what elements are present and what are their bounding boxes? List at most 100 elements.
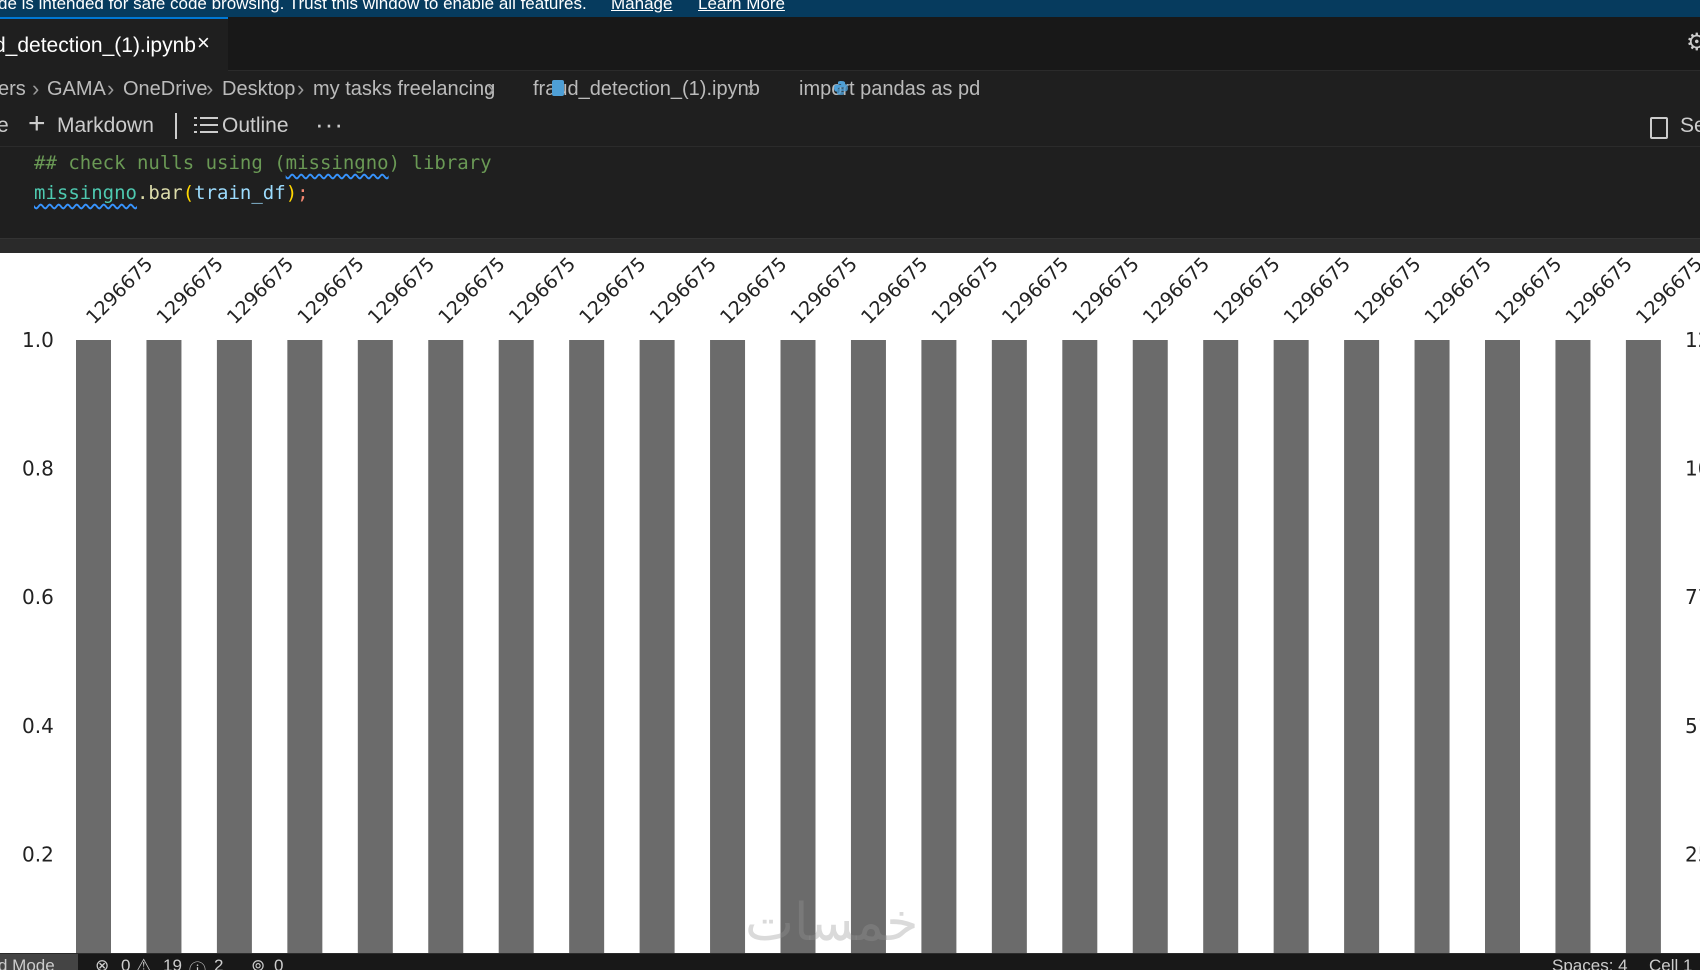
- bar: [850, 340, 886, 953]
- bar-count-label: 1296675: [1280, 253, 1355, 328]
- bar: [569, 340, 605, 953]
- bar: [1344, 340, 1380, 953]
- bar: [1203, 340, 1239, 953]
- bar-count-label: 1296675: [1491, 253, 1566, 328]
- bar: [1625, 340, 1661, 953]
- more-actions-icon[interactable]: ···: [315, 109, 344, 140]
- bar: [1414, 340, 1450, 953]
- bar: [1555, 340, 1591, 953]
- plus-icon[interactable]: +: [28, 109, 46, 139]
- breadcrumb-item-onedrive[interactable]: OneDrive: [123, 78, 207, 101]
- bar: [1485, 340, 1520, 953]
- missingno-bar-chart: 1.0120.8100.6770.4510.225129667512966751…: [0, 253, 1700, 953]
- bar: [780, 340, 816, 953]
- y-tick-label: 0.8: [22, 457, 54, 481]
- bar-count-label: 1296675: [1561, 253, 1636, 328]
- info-icon: ⓘ: [189, 956, 206, 970]
- breadcrumb-item-cell[interactable]: import pandas as pd: [799, 78, 980, 101]
- tab-label: d_detection_(1).ipynb: [0, 34, 196, 57]
- add-markdown-button[interactable]: Markdown: [57, 114, 154, 138]
- bar: [498, 340, 534, 953]
- bar-count-label: 1296675: [716, 253, 791, 328]
- bar-count-label: 1296675: [434, 253, 509, 328]
- error-count[interactable]: 0: [121, 956, 130, 970]
- manage-link[interactable]: Manage: [611, 0, 672, 14]
- outline-list-icon: [194, 117, 218, 135]
- right-tick-label: 10: [1685, 457, 1700, 481]
- watermark-logo: خمسات: [745, 893, 919, 953]
- editor-tab-bar: d_detection_(1).ipynb ×: [0, 17, 1700, 71]
- bar-count-label: 1296675: [1421, 253, 1496, 328]
- outline-button[interactable]: Outline: [222, 114, 289, 138]
- bar-count-label: 1296675: [1139, 253, 1214, 328]
- code-cell[interactable]: ## check nulls using (missingno) library…: [0, 147, 1700, 239]
- error-icon: ⊗: [95, 956, 110, 970]
- kernel-icon[interactable]: [1650, 117, 1668, 139]
- toolbar-divider: [175, 113, 177, 139]
- bar-chart-svg: 1.0120.8100.6770.4510.225129667512966751…: [22, 253, 1700, 953]
- bar-count-label: 1296675: [1350, 253, 1425, 328]
- chevron-right-icon: ›: [487, 76, 495, 101]
- bar: [991, 340, 1027, 953]
- cell-indicator[interactable]: Cell 1: [1649, 956, 1692, 970]
- bar-count-label: 1296675: [1632, 253, 1700, 328]
- info-count[interactable]: 2: [214, 956, 223, 970]
- python-icon: [834, 81, 848, 95]
- bar-count-label: 1296675: [223, 253, 298, 328]
- breadcrumb-item-users[interactable]: ers: [0, 78, 26, 101]
- ports-icon: ⊚: [251, 956, 266, 970]
- bar-count-label: 1296675: [646, 253, 721, 328]
- cell-output-separator: [0, 239, 1700, 253]
- chevron-right-icon: ›: [32, 76, 40, 101]
- code-line-2: missingno.bar(train_df);: [34, 182, 309, 204]
- right-tick-label: 12: [1685, 328, 1700, 352]
- learn-more-link[interactable]: Learn More: [698, 0, 785, 14]
- y-tick-label: 0.6: [22, 585, 54, 609]
- bar: [428, 340, 464, 953]
- toolbar-code-button[interactable]: e: [0, 114, 9, 138]
- gear-icon[interactable]: ⚙: [1686, 31, 1700, 55]
- breadcrumb-item-folder[interactable]: my tasks freelancing: [313, 78, 495, 101]
- spaces-indicator[interactable]: Spaces: 4: [1552, 956, 1628, 970]
- warning-count[interactable]: 19: [163, 956, 182, 970]
- bar: [1062, 340, 1098, 953]
- breadcrumb-item-notebook[interactable]: fraud_detection_(1).ipynb: [533, 78, 760, 101]
- bar-count-label: 1296675: [1068, 253, 1143, 328]
- chevron-right-icon: ›: [206, 76, 214, 101]
- bar: [216, 340, 252, 953]
- bar-count-label: 1296675: [82, 253, 157, 328]
- bar: [710, 340, 746, 953]
- y-tick-label: 0.2: [22, 842, 54, 866]
- warning-icon: ⚠: [136, 956, 152, 970]
- bar-count-label: 1296675: [505, 253, 580, 328]
- notebook-icon: [552, 80, 564, 96]
- notebook-toolbar: e + Markdown Outline ··· Se: [0, 107, 1700, 147]
- close-icon[interactable]: ×: [197, 32, 210, 54]
- bar: [639, 340, 675, 953]
- bar: [146, 340, 182, 953]
- select-kernel-button[interactable]: Se: [1680, 114, 1700, 138]
- breadcrumb-item-desktop[interactable]: Desktop: [222, 78, 295, 101]
- bar-count-label: 1296675: [857, 253, 932, 328]
- y-tick-label: 0.4: [22, 714, 54, 738]
- bar-count-label: 1296675: [1209, 253, 1284, 328]
- banner-text: de is intended for safe code browsing. T…: [0, 0, 587, 13]
- bar: [76, 340, 111, 953]
- y-tick-label: 1.0: [22, 328, 54, 352]
- bar-count-label: 1296675: [364, 253, 439, 328]
- right-tick-label: 77: [1685, 585, 1700, 609]
- bar: [921, 340, 957, 953]
- bar-count-label: 1296675: [927, 253, 1002, 328]
- breadcrumb: ers › GAMA › OneDrive › Desktop › my tas…: [0, 71, 1700, 107]
- code-line-1: ## check nulls using (missingno) library: [34, 152, 492, 174]
- ports-count[interactable]: 0: [274, 956, 283, 970]
- mode-indicator[interactable]: d Mode: [0, 956, 55, 970]
- bar: [287, 340, 323, 953]
- breadcrumb-item-gama[interactable]: GAMA: [47, 78, 106, 101]
- bar-count-label: 1296675: [998, 253, 1073, 328]
- bar: [1273, 340, 1309, 953]
- bar-count-label: 1296675: [786, 253, 861, 328]
- tab-notebook[interactable]: d_detection_(1).ipynb ×: [0, 17, 228, 71]
- chevron-right-icon: ›: [107, 76, 115, 101]
- bar-count-label: 1296675: [152, 253, 227, 328]
